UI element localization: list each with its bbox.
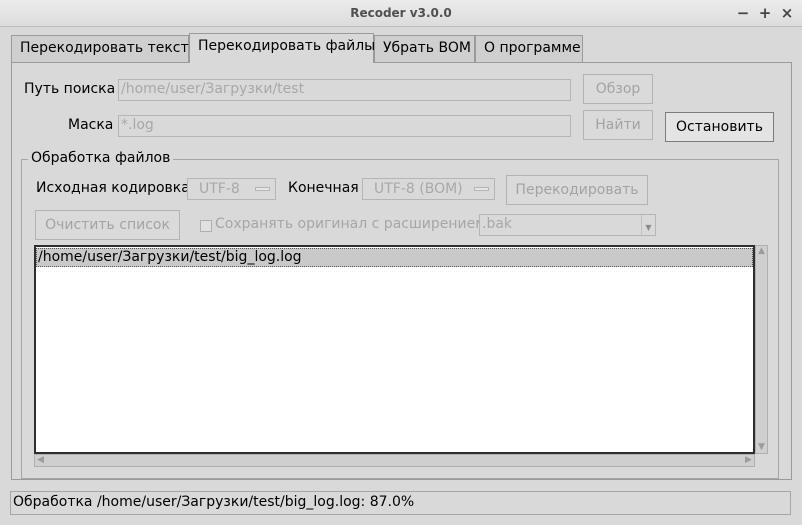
target-encoding-label: Конечная xyxy=(288,180,359,196)
vertical-scrollbar[interactable]: ▲ ▼ xyxy=(755,245,768,454)
tab-recode-text[interactable]: Перекодировать текст xyxy=(11,35,189,62)
maximize-icon[interactable]: + xyxy=(756,4,774,22)
minimize-icon[interactable]: − xyxy=(734,4,752,22)
file-list[interactable]: /home/user/Загрузки/test/big_log.log xyxy=(34,245,755,454)
target-encoding-select[interactable]: UTF-8 (BOM) xyxy=(362,178,495,200)
title-bar: Recoder v3.0.0 − + × xyxy=(0,0,802,27)
tab-recode-files[interactable]: Перекодировать файлы xyxy=(189,33,375,63)
horizontal-scrollbar[interactable]: ◀ ▶ xyxy=(34,454,755,467)
option-menu-indicator-icon xyxy=(474,187,489,191)
scroll-down-icon[interactable]: ▼ xyxy=(756,442,767,453)
keep-original-label: Сохранять оригинал с расширением xyxy=(215,216,486,232)
search-path-input[interactable]: /home/user/Загрузки/test xyxy=(118,79,571,101)
browse-button[interactable]: Обзор xyxy=(583,74,653,104)
stop-button[interactable]: Остановить xyxy=(665,112,774,142)
group-title: Обработка файлов xyxy=(28,150,174,166)
extension-value: .bak xyxy=(482,216,513,232)
mask-label: Маска xyxy=(68,117,114,133)
scroll-up-icon[interactable]: ▲ xyxy=(756,246,767,257)
list-item[interactable]: /home/user/Загрузки/test/big_log.log xyxy=(36,248,753,267)
window-title: Recoder v3.0.0 xyxy=(350,6,452,20)
search-path-label: Путь поиска xyxy=(24,81,116,97)
scroll-right-icon[interactable]: ▶ xyxy=(743,455,754,466)
close-icon[interactable]: × xyxy=(778,4,796,22)
tab-remove-bom[interactable]: Убрать BOM xyxy=(374,35,475,62)
recode-button[interactable]: Перекодировать xyxy=(506,175,648,205)
scrollbar-corner xyxy=(755,454,768,467)
find-button[interactable]: Найти xyxy=(583,110,653,140)
scroll-left-icon[interactable]: ◀ xyxy=(35,455,46,466)
clear-list-button[interactable]: Очистить список xyxy=(35,210,180,240)
keep-original-checkbox[interactable] xyxy=(200,220,212,232)
target-encoding-value: UTF-8 (BOM) xyxy=(374,181,463,197)
tab-about[interactable]: О программе xyxy=(475,35,583,62)
option-menu-indicator-icon xyxy=(255,187,270,191)
source-encoding-value: UTF-8 xyxy=(199,181,240,197)
mask-input[interactable]: *.log xyxy=(118,115,571,137)
extension-combobox[interactable]: .bak ▼ xyxy=(479,214,656,236)
source-encoding-label: Исходная кодировка xyxy=(36,180,190,196)
status-bar: Обработка /home/user/Загрузки/test/big_l… xyxy=(10,491,791,515)
source-encoding-select[interactable]: UTF-8 xyxy=(187,178,276,200)
dropdown-arrow-icon[interactable]: ▼ xyxy=(641,215,655,235)
